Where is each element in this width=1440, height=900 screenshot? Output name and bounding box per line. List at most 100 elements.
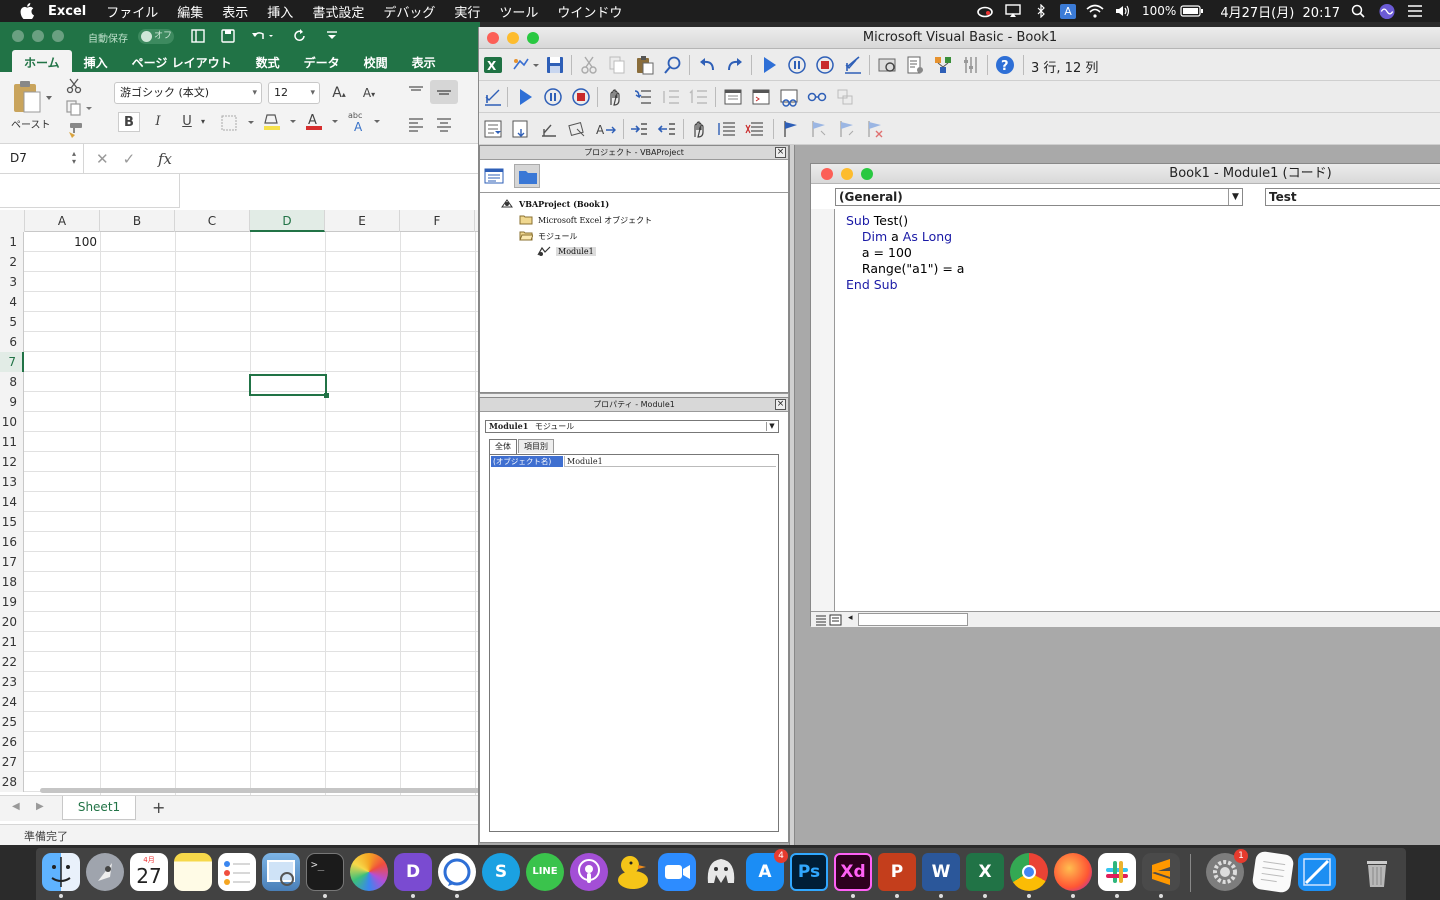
underline-button[interactable]: U — [176, 112, 198, 132]
code-line[interactable]: Range("a1") = a — [846, 261, 965, 277]
menu-app-name[interactable]: Excel — [48, 4, 86, 19]
row-header[interactable]: 17 — [0, 552, 24, 572]
row-header[interactable]: 1 — [0, 232, 24, 252]
chrome-icon[interactable] — [1010, 853, 1048, 891]
outdent-icon[interactable] — [657, 119, 677, 139]
code-zoom-button[interactable] — [861, 168, 873, 180]
indent-icon[interactable] — [629, 119, 649, 139]
paste-icon[interactable] — [12, 80, 52, 114]
tab-alphabetic[interactable]: 全体 — [489, 439, 517, 454]
sheet-tab-sheet1[interactable]: Sheet1 — [62, 796, 136, 820]
row-header[interactable]: 9 — [0, 392, 24, 412]
redo-icon[interactable] — [292, 28, 308, 44]
vbe-zoom-button[interactable] — [527, 32, 539, 44]
row-header[interactable]: 5 — [0, 312, 24, 332]
step-into-icon[interactable] — [633, 87, 653, 107]
italic-button[interactable]: I — [147, 112, 169, 132]
complete-word-icon[interactable]: A — [595, 119, 617, 139]
menu-insert[interactable]: 挿入 — [267, 2, 293, 21]
formula-cancel-confirm-icons[interactable]: ✕✓ — [96, 150, 149, 168]
mdi-splitter[interactable] — [789, 145, 795, 845]
textedit-icon[interactable] — [1251, 850, 1295, 894]
insert-module-icon[interactable] — [511, 55, 539, 75]
row-header-selected[interactable]: 7 — [0, 352, 24, 372]
excel-close-button[interactable] — [12, 30, 24, 42]
appstore-icon[interactable]: A4 — [746, 849, 788, 891]
comment-block-icon[interactable] — [717, 119, 737, 139]
toolbox-icon[interactable] — [961, 55, 981, 75]
code-minimize-button[interactable] — [841, 168, 853, 180]
underline-dropdown-icon[interactable]: ▾ — [198, 112, 208, 132]
trash-icon[interactable] — [1358, 853, 1396, 891]
row-header[interactable]: 8 — [0, 372, 24, 392]
step-out-icon[interactable] — [689, 87, 709, 107]
excel-icon[interactable]: X — [966, 853, 1004, 891]
row-header[interactable]: 27 — [0, 752, 24, 772]
design-mode-icon[interactable] — [483, 87, 503, 107]
clock[interactable]: 4月27日(月) 20:17 — [1220, 2, 1340, 21]
menu-file[interactable]: ファイル — [106, 2, 158, 21]
break-icon[interactable] — [543, 87, 563, 107]
break-icon[interactable] — [787, 55, 807, 75]
notes-icon[interactable] — [174, 853, 212, 891]
launchpad-icon[interactable] — [86, 853, 124, 891]
customize-toolbar-icon[interactable] — [324, 28, 340, 44]
object-select[interactable]: Module1 モジュール ▼ — [485, 420, 779, 433]
column-header[interactable]: A — [25, 210, 100, 232]
active-cell-d7[interactable] — [249, 374, 329, 398]
chevron-down-icon[interactable]: ▼ — [1228, 189, 1242, 205]
row-header[interactable]: 22 — [0, 652, 24, 672]
scroll-left-icon[interactable]: ◂ — [848, 613, 853, 623]
align-top-icon[interactable] — [406, 84, 426, 100]
sidebar-toggle-icon[interactable] — [190, 28, 206, 44]
decrease-font-icon[interactable]: A▾ — [358, 83, 380, 103]
row-header[interactable]: 2 — [0, 252, 24, 272]
run-icon[interactable] — [515, 87, 535, 107]
code-line[interactable]: Dim a As Long — [846, 229, 964, 245]
parameter-info-icon[interactable] — [567, 119, 587, 139]
scroll-thumb[interactable] — [858, 613, 968, 626]
row-header[interactable]: 19 — [0, 592, 24, 612]
menu-view[interactable]: 表示 — [222, 2, 248, 21]
bold-button[interactable]: B — [118, 112, 140, 132]
borders-icon[interactable] — [220, 114, 256, 132]
tableplus-icon[interactable] — [702, 853, 740, 891]
spotlight-search-icon[interactable] — [1350, 4, 1368, 18]
xcode-icon[interactable] — [1298, 853, 1336, 891]
apple-icon[interactable] — [20, 3, 34, 19]
notification-center-icon[interactable] — [1406, 4, 1424, 18]
slack-icon[interactable] — [1098, 853, 1136, 891]
next-sheet-icon[interactable]: ▶ — [36, 801, 44, 812]
terminal-icon[interactable]: >_ — [306, 853, 344, 891]
excel-zoom-button[interactable] — [52, 30, 64, 42]
menu-run[interactable]: 実行 — [454, 2, 480, 21]
redo-icon[interactable] — [725, 55, 745, 75]
chevron-down-icon[interactable]: ▼ — [766, 422, 777, 431]
calendar-icon[interactable]: 4月 27 — [130, 853, 168, 891]
locals-window-icon[interactable] — [723, 87, 743, 107]
toggle-bookmark-icon[interactable] — [781, 119, 801, 139]
copy-icon[interactable] — [66, 100, 92, 116]
row-header[interactable]: 12 — [0, 452, 24, 472]
uncomment-block-icon[interactable] — [745, 119, 765, 139]
firefox-icon[interactable] — [1054, 853, 1092, 891]
prev-sheet-icon[interactable]: ◀ — [12, 801, 20, 812]
column-header-selected[interactable]: D — [250, 210, 325, 232]
xd-icon[interactable]: Xd — [834, 853, 872, 891]
undo-icon[interactable] — [250, 28, 274, 44]
previous-bookmark-icon[interactable] — [837, 119, 857, 139]
align-middle-button[interactable] — [430, 80, 458, 104]
tab-data[interactable]: データ — [292, 50, 352, 72]
format-painter-icon[interactable] — [66, 122, 84, 138]
name-box-stepper-icon[interactable]: ▴ ▾ — [72, 150, 76, 166]
undo-icon[interactable] — [697, 55, 717, 75]
reminders-icon[interactable] — [218, 853, 256, 891]
toggle-folders-button[interactable] — [514, 164, 540, 188]
help-icon[interactable]: ? — [995, 55, 1015, 75]
sublime-icon[interactable] — [1142, 853, 1180, 891]
procedure-combo[interactable]: Test — [1265, 188, 1440, 206]
save-icon[interactable] — [220, 28, 236, 44]
menu-format[interactable]: 書式設定 — [312, 2, 364, 21]
preview-icon[interactable] — [262, 853, 300, 891]
list-properties-icon[interactable] — [483, 119, 503, 139]
